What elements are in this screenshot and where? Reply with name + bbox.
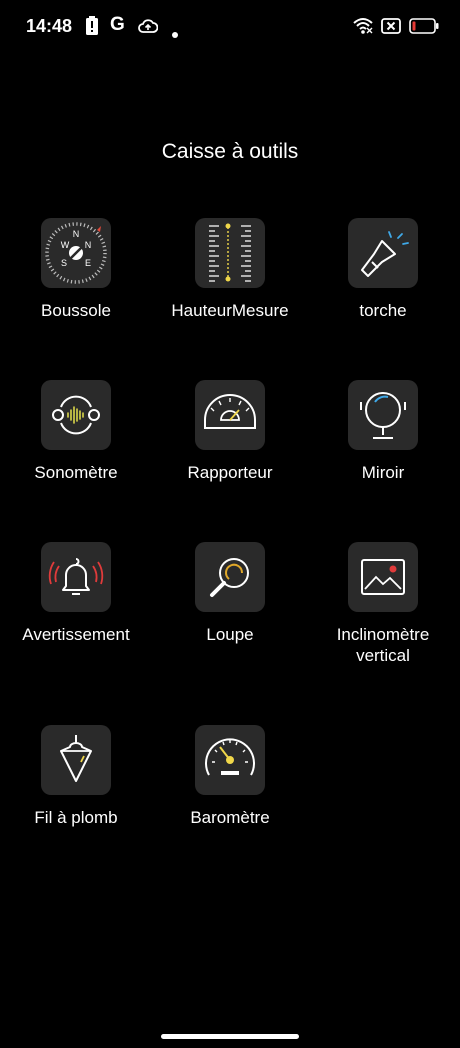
sound-meter-icon	[41, 380, 111, 450]
cloud-upload-icon	[138, 18, 159, 38]
compass-north-label: N	[73, 229, 80, 239]
battery-low-icon	[409, 18, 439, 38]
magnifier-icon	[195, 542, 265, 612]
barometer-icon	[195, 725, 265, 795]
compass-south-label: S	[61, 258, 67, 268]
notification-dot-icon	[172, 23, 178, 42]
mirror-icon	[348, 380, 418, 450]
compass-icon: N W N S E	[41, 218, 111, 288]
compass-west-label: W	[61, 240, 70, 250]
status-bar: 14:48 G	[0, 0, 460, 54]
tool-sound-meter-label: Sonomètre	[34, 463, 118, 482]
home-indicator[interactable]	[161, 1034, 299, 1039]
compass-north-label-2: N	[85, 240, 92, 250]
tool-flashlight-label: torche	[359, 301, 407, 320]
tool-plumb-bob-label: Fil à plomb	[34, 808, 118, 827]
compass-east-label: E	[85, 258, 91, 268]
wifi-icon	[353, 17, 373, 38]
tool-mirror-label: Miroir	[361, 463, 405, 482]
plumb-bob-icon	[41, 725, 111, 795]
page-title: Caisse à outils	[161, 140, 299, 163]
protractor-icon	[195, 380, 265, 450]
flashlight-icon	[348, 218, 418, 288]
sim-off-icon	[381, 18, 401, 38]
tool-alarm-label: Avertissement	[22, 625, 130, 644]
battery-alert-icon	[85, 16, 99, 40]
status-time: 14:48	[26, 16, 73, 36]
height-ruler-icon	[195, 218, 265, 288]
tool-barometer-label: Baromètre	[190, 808, 270, 827]
picture-level-icon	[348, 542, 418, 612]
google-icon: G	[110, 14, 125, 35]
tool-magnifier-label: Loupe	[206, 625, 254, 644]
tool-protractor-label: Rapporteur	[187, 463, 273, 482]
tool-vertical-inclinometer-label: Inclinomètre vertical	[336, 625, 430, 665]
tool-height-ruler-label: HauteurMesure	[171, 301, 289, 320]
alarm-bell-icon	[41, 542, 111, 612]
tool-compass-label: Boussole	[41, 301, 111, 320]
